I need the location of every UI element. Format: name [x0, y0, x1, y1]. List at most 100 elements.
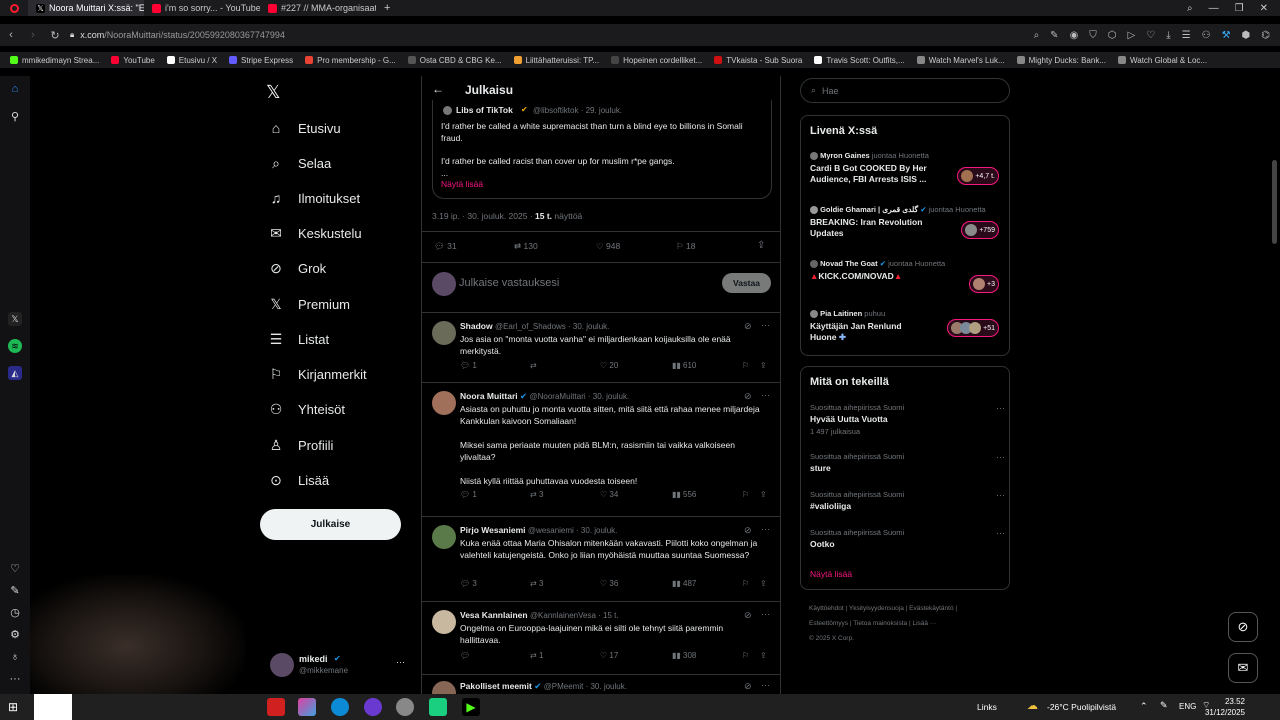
links-toolbar[interactable]: Links	[977, 702, 997, 712]
grok-icon[interactable]: ⊘	[744, 321, 752, 332]
post-button[interactable]: Julkaise	[260, 509, 401, 540]
views-action[interactable]: ▮▮ 487	[672, 579, 696, 588]
grok-fab-icon[interactable]: ⊘	[1228, 612, 1258, 642]
windows-start-icon[interactable]: ⊞	[8, 700, 18, 714]
more-icon[interactable]: ···	[761, 390, 770, 400]
aria-icon[interactable]: ⌬	[1261, 30, 1270, 41]
lightbulb-icon[interactable]: ♁	[8, 650, 22, 664]
views-action[interactable]: ▮▮ 308	[672, 651, 696, 660]
nav-item-home[interactable]: ⌂ Etusivu	[268, 120, 341, 136]
edit-icon[interactable]: ✎	[1050, 30, 1058, 41]
live-space-item[interactable]: Goldie Ghamari | گلدی قمری ✔ juontaa Huo…	[810, 205, 1005, 253]
pin-icon[interactable]: ⚲	[8, 110, 22, 124]
app-icon[interactable]	[267, 698, 285, 716]
back-arrow-icon[interactable]: ←	[432, 82, 444, 96]
nav-item-grok[interactable]: ⊘ Grok	[268, 260, 326, 277]
repost-action[interactable]: ⇄ 3	[530, 579, 543, 588]
cube-icon[interactable]: ⬡	[1108, 30, 1117, 41]
bookmark-item[interactable]: Watch Global & Loc...	[1117, 56, 1207, 65]
more-icon[interactable]: ···	[996, 528, 1005, 538]
messages-fab-icon[interactable]: ✉	[1228, 653, 1258, 683]
more-icon[interactable]: ···	[996, 452, 1005, 462]
weather-text[interactable]: -26°C Puolipilvistä	[1047, 702, 1116, 712]
aria-app-icon[interactable]: ◭	[8, 366, 22, 380]
nav-item-communities[interactable]: ⚇ Yhteisöt	[268, 401, 345, 418]
quoted-post[interactable]: Libs of TikTok ✔ @libsoftiktok · 29. jou…	[432, 100, 772, 199]
share-icon[interactable]: ⇪	[760, 579, 767, 588]
nav-item-lists[interactable]: ☰ Listat	[268, 331, 329, 348]
more-icon[interactable]: ···	[761, 320, 770, 330]
reply-input[interactable]: Julkaise vastauksesi	[459, 277, 559, 289]
nav-item-profile[interactable]: ♙ Profiili	[268, 437, 334, 454]
footer-link[interactable]: Evästekäytäntö	[909, 605, 953, 612]
reply-tweet[interactable]: Pirjo Wesaniemi @wesaniemi · 30. jouluk.…	[422, 516, 780, 601]
chevron-up-icon[interactable]: ⌃	[1140, 701, 1148, 712]
share-icon[interactable]: ⇪	[760, 490, 767, 499]
play-icon[interactable]: ▷	[1128, 30, 1136, 41]
clock[interactable]: 23.52 31/12/2025	[1200, 696, 1245, 718]
bookmark-item[interactable]: TVkaista - Sub Suora	[714, 56, 802, 65]
trend-item[interactable]: Suosittua aihepiirissä Suomi Ootko ···	[810, 528, 1005, 549]
show-more-link[interactable]: Näytä lisää	[810, 569, 852, 579]
repost-action[interactable]: ⇄ 3	[530, 490, 543, 499]
more-icon[interactable]: ···	[396, 657, 405, 667]
nav-item-bookmarks[interactable]: ⚐ Kirjanmerkit	[268, 366, 367, 383]
bookmark-icon[interactable]: ⚐	[742, 361, 749, 370]
discord-icon[interactable]	[364, 698, 382, 716]
reply-tweet[interactable]: Noora Muittari ✔ @NooraMuittari · 30. jo…	[422, 382, 780, 512]
reply-action[interactable]: 💬︎ 1	[460, 490, 477, 499]
share-icon[interactable]: ⇪	[760, 651, 767, 660]
nav-item-explore[interactable]: ⌕ Selaa	[268, 155, 331, 172]
kick-icon[interactable]: ▶	[462, 698, 480, 716]
reply-action[interactable]: 💬︎ 1	[460, 361, 477, 370]
download-icon[interactable]: ⤓	[1166, 30, 1170, 41]
new-tab-icon[interactable]: +	[376, 2, 390, 14]
repost-action[interactable]: ⇄	[530, 361, 537, 370]
tab-1[interactable]: i'm so sorry... - YouTube	[144, 0, 260, 16]
bookmark-item[interactable]: YouTube	[111, 56, 155, 65]
more-icon[interactable]: ···	[996, 403, 1005, 413]
share-icon[interactable]: ⇪	[760, 361, 767, 370]
more-icon[interactable]: ···	[761, 609, 770, 619]
share-icon[interactable]: ⇪	[757, 240, 765, 251]
edge-icon[interactable]	[331, 698, 349, 716]
search-tabs-icon[interactable]: ⌕	[1187, 3, 1193, 14]
footer-link[interactable]: Lisää ···	[912, 620, 936, 627]
nav-item-premium[interactable]: 𝕏 Premium	[268, 296, 350, 313]
edit-icon[interactable]: ✎	[8, 584, 22, 598]
live-space-item[interactable]: Pia Laitinen puhuu Käyttäjän Jan Renlund…	[810, 309, 1005, 351]
bookmark-item[interactable]: Etusivu / X	[166, 56, 217, 65]
bookmark-item[interactable]: Osta CBD & CBG Ke...	[407, 56, 502, 65]
spotify-icon[interactable]: ≋	[8, 339, 22, 353]
steam-icon[interactable]	[396, 698, 414, 716]
reload-icon[interactable]: ↻	[44, 29, 66, 42]
tab-0[interactable]: 𝕏 Noora Muittari X:ssä: "En ✕	[28, 0, 144, 16]
bookmark-action[interactable]: ⚐ 18	[676, 241, 695, 252]
reply-tweet[interactable]: Shadow @Earl_of_Shadows · 30. jouluk. ⊘ …	[422, 312, 780, 382]
heart-icon[interactable]: ♡	[8, 562, 22, 576]
like-action[interactable]: ♡ 20	[600, 361, 618, 370]
forward-icon[interactable]: ›	[22, 29, 44, 41]
trend-item[interactable]: Suosittua aihepiirissä Suomi #valioliiga…	[810, 490, 1005, 511]
zoom-icon[interactable]: ⌕	[1034, 30, 1040, 41]
trend-item[interactable]: Suosittua aihepiirissä Suomi Hyvää Uutta…	[810, 403, 1005, 436]
nav-item-more[interactable]: ⊙ Lisää	[268, 472, 329, 489]
reply-action[interactable]: 💬︎	[460, 651, 470, 660]
grok-icon[interactable]: ⊘	[744, 391, 752, 402]
copilot-icon[interactable]	[298, 698, 316, 716]
bookmark-item[interactable]: Mighty Ducks: Bank...	[1016, 56, 1106, 65]
history-icon[interactable]: ◷	[8, 606, 22, 620]
heart-icon[interactable]: ♡	[1146, 30, 1155, 41]
live-space-item[interactable]: Myron Gaines juontaa Huonetta Cardi B Go…	[810, 151, 1005, 199]
repost-action[interactable]: ⇄ 130	[514, 241, 538, 252]
language-indicator[interactable]: ENG	[1179, 702, 1196, 711]
footer-link[interactable]: Käyttöehdot	[809, 605, 844, 612]
tab-2[interactable]: #227 // MMA-organisaati	[260, 0, 376, 16]
views-action[interactable]: ▮▮ 556	[672, 490, 696, 499]
extension-icon[interactable]: ⚒	[1222, 30, 1231, 41]
more-icon[interactable]: ···	[8, 672, 22, 686]
bookmark-item[interactable]: Travis Scott: Outfits,...	[814, 56, 905, 65]
repost-action[interactable]: ⇄ 1	[530, 651, 543, 660]
live-space-item[interactable]: Novad The Goat ✔ juontaa Huonetta ▲KICK.…	[810, 259, 1005, 301]
camera-icon[interactable]: ◉	[1070, 30, 1079, 41]
